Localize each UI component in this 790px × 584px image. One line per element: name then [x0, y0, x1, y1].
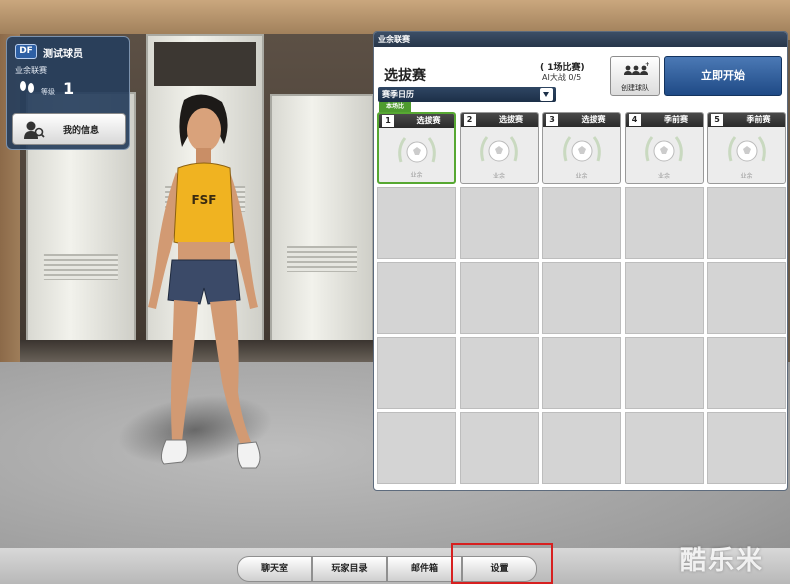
empty-match-slot — [542, 412, 621, 484]
my-info-label: 我的信息 — [63, 126, 100, 136]
empty-match-slot — [377, 262, 456, 334]
empty-match-slot — [707, 187, 786, 259]
mode-title: 选拔赛 — [384, 68, 426, 84]
match-grid: 1 选拔赛 业余 2 选拔赛 业余 3 选拔赛 业余 4 季前赛 业余 5 季前赛 业余 — [377, 112, 786, 488]
soccer-ball-emblem-icon — [562, 136, 601, 162]
create-team-button[interactable]: + 创建球队 — [610, 56, 660, 96]
empty-match-slot — [459, 262, 539, 334]
match-number: 4 — [628, 114, 641, 126]
empty-match-slot — [459, 337, 539, 409]
match-type: 选拔赛 — [416, 116, 441, 125]
league-label: 业余联赛 — [15, 66, 47, 75]
empty-match-slot — [624, 187, 704, 259]
empty-match-slot — [459, 412, 539, 484]
match-type: 选拔赛 — [499, 115, 523, 124]
player-character: FSF — [148, 94, 261, 469]
season-calendar-dropdown[interactable]: 赛季日历 — [378, 87, 556, 102]
ai-battle-count: AI大战 0/5 — [542, 73, 582, 82]
watermark-logo: 酷乐米 — [680, 546, 765, 576]
match-status: 业余 — [410, 172, 423, 179]
level-value: 1 — [63, 79, 75, 98]
match-number: 3 — [546, 114, 558, 126]
team-icon: + — [624, 62, 649, 75]
match-status: 业余 — [657, 173, 670, 180]
settings-highlight-box — [451, 543, 553, 584]
player-info-card: DF 测试球员 业余联赛 等级 1 我的信息 — [6, 36, 130, 150]
empty-match-slot — [624, 337, 704, 409]
chevron-down-icon[interactable] — [540, 88, 553, 101]
empty-match-slot — [459, 187, 539, 259]
empty-match-slot — [377, 337, 456, 409]
match-card[interactable]: 4 季前赛 业余 — [624, 112, 704, 184]
panel-header: 业余联赛 — [374, 32, 787, 47]
svg-text:+: + — [645, 62, 649, 68]
match-card[interactable]: 2 选拔赛 业余 — [459, 112, 539, 184]
position-badge: DF — [15, 44, 37, 59]
level-label: 等级 — [41, 88, 55, 96]
empty-match-slot — [624, 412, 704, 484]
calendar-label: 赛季日历 — [382, 90, 414, 99]
match-card[interactable]: 5 季前赛 业余 — [707, 112, 786, 184]
match-type: 季前赛 — [664, 115, 688, 124]
empty-match-slot — [707, 262, 786, 334]
empty-match-slot — [624, 262, 704, 334]
chat-room-button[interactable]: 聊天室 — [237, 556, 312, 582]
soccer-ball-emblem-icon — [727, 136, 766, 162]
match-number: 2 — [463, 114, 476, 126]
locker — [270, 94, 374, 344]
match-type: 选拔赛 — [581, 115, 606, 124]
current-match-tag: 本场比 — [379, 102, 411, 112]
match-number: 1 — [382, 115, 394, 127]
match-status: 业余 — [492, 173, 505, 180]
empty-match-slot — [542, 337, 621, 409]
player-list-button[interactable]: 玩家目录 — [312, 556, 387, 582]
match-status: 业余 — [575, 173, 588, 180]
start-now-button[interactable]: 立即开始 — [664, 56, 782, 96]
empty-match-slot — [707, 337, 786, 409]
footprints-icon — [20, 81, 34, 93]
soccer-ball-emblem-icon — [645, 136, 683, 162]
user-search-icon — [24, 121, 45, 139]
match-card[interactable]: 1 选拔赛 业余 — [377, 112, 456, 184]
create-team-label: 创建球队 — [621, 84, 649, 92]
empty-match-slot — [542, 187, 621, 259]
svg-text:FSF: FSF — [191, 193, 216, 207]
soccer-ball-emblem-icon — [397, 137, 436, 163]
match-number: 5 — [711, 114, 723, 126]
empty-match-slot — [377, 187, 456, 259]
soccer-ball-emblem-icon — [480, 136, 518, 162]
match-status: 业余 — [740, 173, 753, 180]
match-type: 季前赛 — [746, 115, 771, 124]
empty-match-slot — [377, 412, 456, 484]
my-info-button[interactable]: 我的信息 — [12, 113, 126, 145]
match-card[interactable]: 3 选拔赛 业余 — [542, 112, 621, 184]
league-panel: 业余联赛 选拔赛 ( 1场比赛) AI大战 0/5 + 创建球队 立即开始 赛季… — [373, 31, 788, 491]
empty-match-slot — [542, 262, 621, 334]
empty-match-slot — [707, 412, 786, 484]
player-name: 测试球员 — [43, 49, 83, 60]
